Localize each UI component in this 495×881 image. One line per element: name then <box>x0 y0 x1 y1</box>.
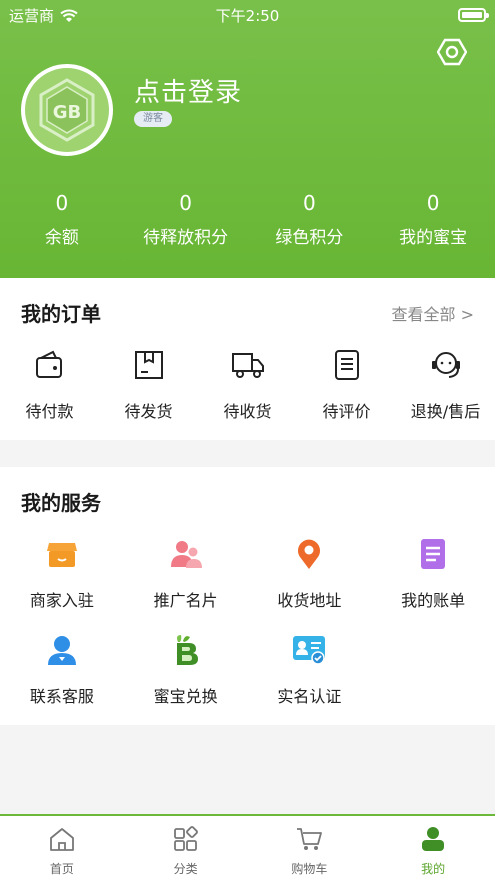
home-icon <box>49 828 74 851</box>
people-icon <box>170 541 202 568</box>
order-pending-receipt[interactable]: 待收货 <box>198 348 297 422</box>
service-my-bill[interactable]: 我的账单 <box>371 537 495 611</box>
logo-icon: GB <box>39 78 95 142</box>
category-icon <box>173 826 198 851</box>
services-title: 我的服务 <box>21 491 101 515</box>
id-card-icon <box>293 636 326 665</box>
stat-label: 我的蜜宝 <box>399 228 468 248</box>
service-real-name-auth[interactable]: 实名认证 <box>248 633 372 707</box>
tab-label: 分类 <box>173 862 198 876</box>
services-card: 我的服务 商家入驻 推广名片 收货地址 我的账单 联系客服 蜜宝兑换 实名认证 <box>0 467 495 725</box>
settings-icon[interactable] <box>437 37 467 67</box>
stat-value: 0 <box>179 191 192 215</box>
status-time: 下午2:50 <box>215 7 280 25</box>
tab-label: 我的 <box>421 862 446 876</box>
stat-green-points[interactable]: 0 绿色积分 <box>248 190 372 248</box>
service-label: 蜜宝兑换 <box>153 687 218 706</box>
tab-category[interactable]: 分类 <box>124 816 248 881</box>
bill-icon <box>421 539 446 569</box>
truck-icon <box>231 353 264 378</box>
order-pending-shipment[interactable]: 待发货 <box>99 348 198 422</box>
stat-value: 0 <box>55 191 69 215</box>
location-pin-icon <box>298 539 321 569</box>
tab-label: 首页 <box>49 862 74 876</box>
document-icon <box>334 350 359 380</box>
tab-mine[interactable]: 我的 <box>371 816 495 881</box>
service-merchant-join[interactable]: 商家入驻 <box>0 537 124 611</box>
order-after-sales[interactable]: 退换/售后 <box>396 348 495 422</box>
service-promo-card[interactable]: 推广名片 <box>124 537 248 611</box>
stat-label: 余额 <box>44 228 79 248</box>
status-bar: 运营商 下午2:50 <box>0 4 495 26</box>
service-label: 推广名片 <box>153 591 218 610</box>
order-label: 待发货 <box>124 402 173 421</box>
tab-label: 购物车 <box>291 862 328 876</box>
stats-row: 0 余额 0 待释放积分 0 绿色积分 0 我的蜜宝 <box>0 190 495 248</box>
cart-icon <box>297 828 323 850</box>
service-contact-support[interactable]: 联系客服 <box>0 633 124 707</box>
tab-cart[interactable]: 购物车 <box>248 816 372 881</box>
services-grid: 商家入驻 推广名片 收货地址 我的账单 联系客服 蜜宝兑换 实名认证 <box>0 537 495 729</box>
headset-icon <box>431 352 460 378</box>
order-label: 退换/售后 <box>410 402 481 421</box>
wallet-icon <box>35 350 62 378</box>
stat-value: 0 <box>303 191 316 215</box>
view-all-orders-link[interactable]: 查看全部 > <box>392 301 475 325</box>
guest-badge: 游客 <box>134 111 172 127</box>
service-label: 实名认证 <box>277 687 342 706</box>
customer-service-icon <box>47 636 76 665</box>
orders-title: 我的订单 <box>21 302 101 326</box>
services-row: 联系客服 蜜宝兑换 实名认证 <box>0 633 495 707</box>
stat-value: 0 <box>426 191 440 215</box>
bottom-tab-bar: 首页 分类 购物车 我的 <box>0 814 495 881</box>
shop-icon <box>46 543 77 567</box>
orders-card: 我的订单 查看全部 > 待付款 待发货 待收货 待评价 退换/售后 <box>0 278 495 440</box>
service-label: 我的账单 <box>401 591 466 610</box>
avatar[interactable]: GB <box>21 64 113 156</box>
service-mibao-exchange[interactable]: 蜜宝兑换 <box>124 633 248 707</box>
package-icon <box>134 351 163 379</box>
service-shipping-address[interactable]: 收货地址 <box>248 537 372 611</box>
order-pending-review[interactable]: 待评价 <box>297 348 396 422</box>
stat-label: 绿色积分 <box>275 228 344 248</box>
tab-home[interactable]: 首页 <box>0 816 124 881</box>
order-label: 待评价 <box>322 402 371 421</box>
order-label: 待收货 <box>223 402 272 421</box>
services-row: 商家入驻 推广名片 收货地址 我的账单 <box>0 537 495 611</box>
stat-label: 待释放积分 <box>143 228 229 248</box>
logo-letters: GB <box>53 102 82 123</box>
profile-header: 运营商 下午2:50 GB 点击登录 游客 0 余额 0 待释放积分 0 绿色积… <box>0 0 495 278</box>
exchange-b-icon <box>176 635 198 665</box>
login-link[interactable]: 点击登录 <box>134 72 242 109</box>
order-label: 待付款 <box>25 402 74 421</box>
stat-pending-points[interactable]: 0 待释放积分 <box>124 190 248 248</box>
service-label: 联系客服 <box>29 687 94 706</box>
stat-my-mibao[interactable]: 0 我的蜜宝 <box>371 190 495 248</box>
user-icon <box>422 827 445 851</box>
battery-icon <box>458 8 489 22</box>
order-pending-payment[interactable]: 待付款 <box>0 348 99 422</box>
service-label: 商家入驻 <box>29 591 94 610</box>
service-label: 收货地址 <box>277 591 342 610</box>
order-status-row: 待付款 待发货 待收货 待评价 退换/售后 <box>0 348 495 422</box>
stat-balance[interactable]: 0 余额 <box>0 190 124 248</box>
